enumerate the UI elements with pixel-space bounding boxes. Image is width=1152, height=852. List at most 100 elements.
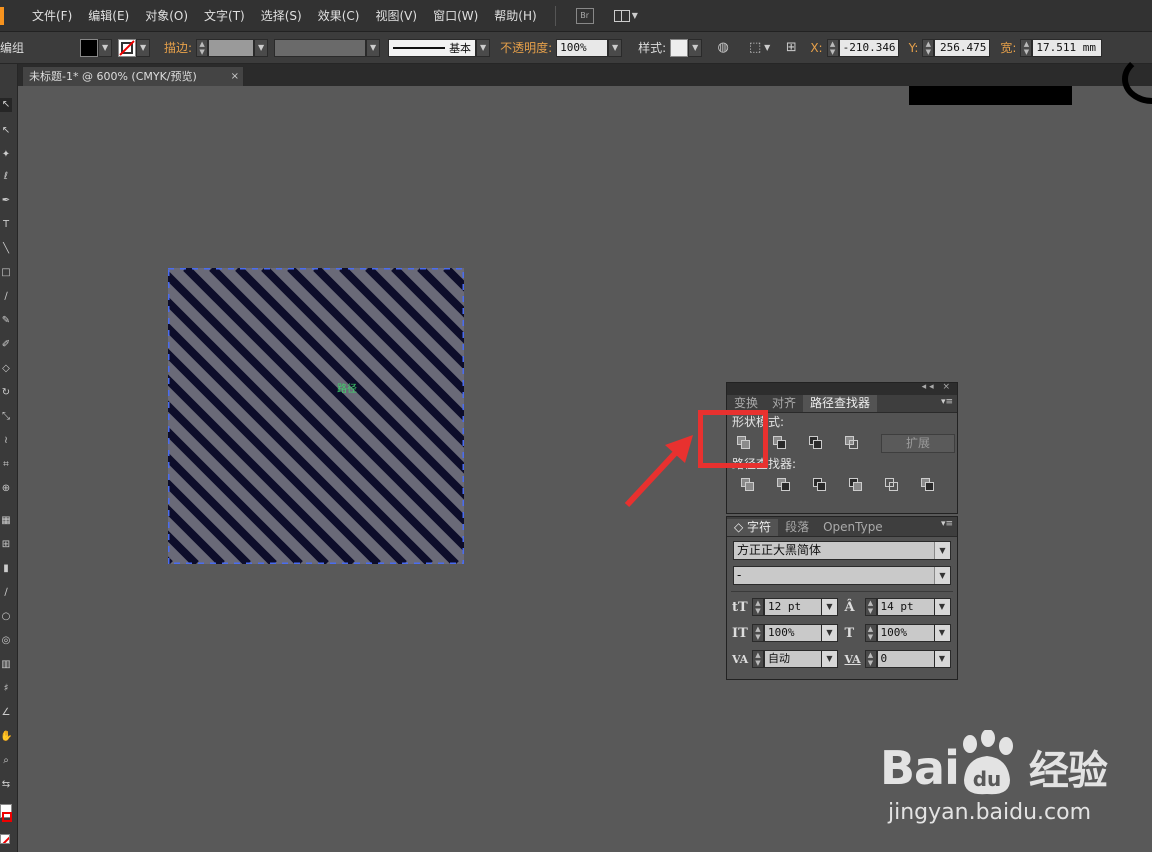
width-stepper[interactable]: ▲ ▼ [1020, 38, 1033, 57]
leading-field[interactable]: 14 pt [876, 598, 935, 616]
panel-menu-icon[interactable]: ▾≡ [941, 397, 953, 407]
tracking-stepper[interactable]: ▲ ▼ [864, 650, 877, 668]
kerning-dropdown[interactable]: ▼ [822, 650, 838, 668]
pen-tool-icon[interactable]: ✒ [0, 194, 12, 208]
warp-tool-icon[interactable]: ≀ [0, 434, 12, 448]
y-label[interactable]: Y: [909, 41, 919, 55]
brush-definition[interactable]: 基本 [388, 38, 477, 57]
stroke-weight-dropdown[interactable]: ▼ [254, 38, 269, 57]
variable-width-dropdown[interactable]: ▼ [366, 38, 381, 57]
shape-builder-tool-icon[interactable]: ⊕ [0, 482, 12, 496]
horizontal-scale-dropdown[interactable]: ▼ [934, 624, 951, 642]
trim-button[interactable] [777, 478, 791, 492]
type-tool-icon[interactable]: T [0, 218, 12, 232]
magic-wand-tool-icon[interactable]: ✦ [0, 148, 12, 162]
horizontal-scale-stepper[interactable]: ▲ ▼ [864, 624, 877, 642]
stroke-color-icon[interactable] [2, 812, 12, 822]
panel-menu-icon[interactable]: ▾≡ [941, 519, 953, 529]
font-style-dropdown[interactable]: - ▼ [733, 566, 951, 585]
paintbrush-tool-icon[interactable]: ∕ [0, 290, 12, 304]
brush-dropdown[interactable]: ▼ [476, 38, 491, 57]
tab-character[interactable]: ◇ 字符 [727, 519, 779, 536]
bridge-button[interactable]: Br [575, 7, 594, 24]
eyedropper-tool-icon[interactable]: ∕ [0, 586, 12, 600]
vertical-scale-field[interactable]: 100% [764, 624, 822, 642]
menu-help[interactable]: 帮助(H) [486, 0, 544, 32]
merge-button[interactable] [813, 478, 827, 492]
graphic-style-dropdown[interactable]: ▼ [688, 38, 703, 57]
column-graph-tool-icon[interactable]: ▥ [0, 658, 12, 672]
opacity-dropdown[interactable]: ▼ [608, 38, 623, 57]
x-stepper[interactable]: ▲ ▼ [826, 38, 839, 57]
intersect-button[interactable] [809, 436, 823, 450]
lasso-tool-icon[interactable]: ℓ [0, 170, 12, 184]
outline-button[interactable] [885, 478, 899, 492]
minus-back-button[interactable] [921, 478, 935, 492]
document-tab[interactable]: 未标题-1* @ 600% (CMYK/预览) × [22, 66, 244, 86]
panel-title-strip[interactable]: ◂◂ × [727, 382, 957, 395]
reference-point-icon[interactable]: ⊞ [782, 39, 800, 57]
striped-square-artwork[interactable] [168, 268, 464, 564]
y-field[interactable]: 256.475 [934, 38, 991, 57]
rotate-tool-icon[interactable]: ↻ [0, 386, 12, 400]
opacity-field[interactable]: 100% [556, 38, 609, 57]
gradient-tool-icon[interactable]: ▮ [0, 562, 12, 576]
exclude-button[interactable] [845, 436, 859, 450]
tab-align[interactable]: 对齐 [765, 395, 803, 412]
minus-front-button[interactable] [773, 436, 787, 450]
tab-pathfinder[interactable]: 路径查找器 [803, 395, 878, 412]
free-transform-tool-icon[interactable]: ⌗ [0, 458, 12, 472]
mesh-tool-icon[interactable]: ⊞ [0, 538, 12, 552]
none-color-icon[interactable] [0, 834, 10, 844]
stroke-swatch[interactable] [118, 38, 137, 57]
tracking-dropdown[interactable]: ▼ [934, 650, 951, 668]
slice-tool-icon[interactable]: ∠ [0, 706, 12, 720]
stroke-dropdown[interactable]: ▼ [136, 38, 151, 57]
menu-view[interactable]: 视图(V) [367, 0, 425, 32]
swap-colors-icon[interactable]: ⇆ [0, 778, 12, 792]
vertical-scale-dropdown[interactable]: ▼ [822, 624, 838, 642]
pencil-tool-icon[interactable]: ✎ [0, 314, 12, 328]
menu-object[interactable]: 对象(O) [137, 0, 196, 32]
blob-brush-tool-icon[interactable]: ✐ [0, 338, 12, 352]
graphic-style-swatch[interactable] [670, 38, 689, 57]
rectangle-tool-icon[interactable]: □ [0, 266, 12, 280]
font-size-stepper[interactable]: ▲ ▼ [752, 598, 764, 616]
kerning-field[interactable]: 自动 [764, 650, 822, 668]
stroke-weight-stepper[interactable]: ▲ ▼ [196, 38, 209, 57]
close-icon[interactable]: × [231, 67, 239, 86]
tracking-field[interactable]: 0 [876, 650, 935, 668]
fill-dropdown[interactable]: ▼ [98, 38, 113, 57]
menu-type[interactable]: 文字(T) [196, 0, 253, 32]
selection-tool-icon[interactable]: ↖ [0, 98, 12, 112]
line-tool-icon[interactable]: ╲ [0, 242, 12, 256]
horizontal-scale-field[interactable]: 100% [876, 624, 935, 642]
leading-dropdown[interactable]: ▼ [934, 598, 951, 616]
menu-effect[interactable]: 效果(C) [310, 0, 368, 32]
black-rectangle-artwork[interactable] [909, 86, 1072, 105]
font-family-dropdown[interactable]: 方正正大黑简体 ▼ [733, 541, 951, 560]
tab-paragraph[interactable]: 段落 [778, 519, 816, 536]
blend-tool-icon[interactable]: ○ [0, 610, 12, 624]
kerning-stepper[interactable]: ▲ ▼ [752, 650, 764, 668]
symbol-sprayer-tool-icon[interactable]: ◎ [0, 634, 12, 648]
opacity-label[interactable]: 不透明度: [500, 39, 552, 56]
panel-collapse-close-icons[interactable]: ◂◂ × [922, 382, 953, 392]
artboard-tool-icon[interactable]: ♯ [0, 682, 12, 696]
leading-stepper[interactable]: ▲ ▼ [864, 598, 877, 616]
vertical-scale-stepper[interactable]: ▲ ▼ [752, 624, 764, 642]
menu-select[interactable]: 选择(S) [253, 0, 310, 32]
chevron-down-icon[interactable]: ▼ [764, 43, 770, 52]
crop-button[interactable] [849, 478, 863, 492]
font-size-field[interactable]: 12 pt [764, 598, 822, 616]
scale-tool-icon[interactable]: ⤡ [0, 410, 12, 424]
menu-window[interactable]: 窗口(W) [425, 0, 486, 32]
align-to-icon[interactable]: ⬚ [746, 39, 764, 57]
font-size-dropdown[interactable]: ▼ [822, 598, 838, 616]
zoom-tool-icon[interactable]: ⌕ [0, 754, 12, 768]
menu-file[interactable]: 文件(F) [24, 0, 80, 32]
x-field[interactable]: -210.346 [838, 38, 899, 57]
stroke-label[interactable]: 描边: [164, 39, 192, 56]
width-field[interactable]: 17.511 mm [1032, 38, 1103, 57]
tab-opentype[interactable]: OpenType [816, 519, 890, 536]
